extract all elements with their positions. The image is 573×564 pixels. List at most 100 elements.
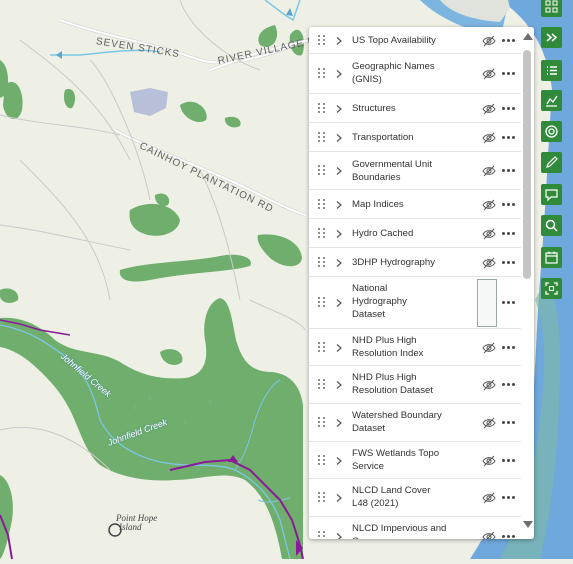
drag-handle-icon[interactable]	[318, 132, 326, 143]
drag-handle-icon[interactable]	[318, 68, 326, 79]
eye-hidden-icon[interactable]	[482, 165, 496, 177]
chevron-right-icon[interactable]	[336, 533, 342, 539]
more-options-icon[interactable]	[502, 39, 516, 43]
scroll-up-arrow-icon[interactable]	[523, 33, 533, 40]
more-options-icon[interactable]	[502, 346, 516, 350]
layer-list-panel: US Topo Availability Geographic Names (G…	[309, 27, 534, 539]
scroll-thumb[interactable]	[523, 50, 531, 279]
layer-row[interactable]: 3DHP Hydrography	[309, 248, 521, 277]
drag-handle-icon[interactable]	[318, 165, 326, 176]
drag-handle-icon[interactable]	[318, 342, 326, 353]
place-label-point-hope: Point Hope Island	[116, 514, 157, 532]
chevron-right-icon[interactable]	[336, 494, 342, 502]
layer-row[interactable]: US Topo Availability	[309, 27, 521, 54]
drag-handle-icon[interactable]	[318, 35, 326, 46]
chevron-right-icon[interactable]	[336, 230, 342, 238]
layer-row[interactable]: NLCD Land Cover L48 (2021)	[309, 479, 521, 517]
locate-button[interactable]	[541, 121, 562, 142]
layer-row[interactable]: National Hydrography Dataset	[309, 277, 521, 329]
layer-row[interactable]: Geographic Names (GNIS)	[309, 54, 521, 94]
more-options-icon[interactable]	[502, 203, 516, 207]
more-options-icon[interactable]	[502, 301, 516, 305]
more-options-icon[interactable]	[502, 232, 516, 236]
layer-row[interactable]: Map Indices	[309, 190, 521, 219]
fit-extent-button[interactable]	[541, 278, 562, 299]
more-options-icon[interactable]	[502, 383, 516, 387]
layer-row[interactable]: Watershed Boundary Dataset	[309, 404, 521, 442]
drag-handle-icon[interactable]	[318, 103, 326, 114]
eye-hidden-icon[interactable]	[482, 199, 496, 211]
eye-hidden-icon[interactable]	[482, 257, 496, 269]
chevron-right-icon[interactable]	[336, 259, 342, 267]
qr-grid-button[interactable]	[541, 0, 562, 17]
chevron-right-icon[interactable]	[336, 167, 342, 175]
eye-hidden-icon[interactable]	[482, 379, 496, 391]
chevron-right-icon[interactable]	[336, 344, 342, 352]
more-options-icon[interactable]	[502, 421, 516, 425]
layer-label: FWS Wetlands Topo Service	[352, 448, 440, 472]
layer-row[interactable]: Governmental Unit Boundaries	[309, 152, 521, 190]
layer-label: 3DHP Hydrography	[352, 257, 436, 268]
scrollbar[interactable]	[521, 27, 534, 539]
scroll-down-arrow-icon[interactable]	[523, 521, 533, 528]
drag-handle-icon[interactable]	[318, 455, 326, 466]
sketch-button[interactable]	[541, 152, 562, 173]
layer-list: US Topo Availability Geographic Names (G…	[309, 27, 521, 539]
eye-hidden-icon[interactable]	[482, 228, 496, 240]
drag-handle-icon[interactable]	[318, 379, 326, 390]
eye-hidden-icon[interactable]	[482, 103, 496, 115]
drag-handle-icon[interactable]	[318, 417, 326, 428]
drag-handle-icon[interactable]	[318, 531, 326, 539]
chevron-right-icon[interactable]	[336, 299, 342, 307]
chevron-right-icon[interactable]	[336, 201, 342, 209]
layer-row[interactable]: Structures	[309, 94, 521, 123]
chevron-right-icon[interactable]	[336, 381, 342, 389]
chevron-right-icon[interactable]	[336, 37, 342, 45]
layer-row[interactable]: NHD Plus High Resolution Index	[309, 329, 521, 366]
fit-extent-icon	[545, 282, 558, 295]
more-options-icon[interactable]	[502, 496, 516, 500]
more-options-icon[interactable]	[502, 459, 516, 463]
eye-hidden-icon[interactable]	[482, 35, 496, 47]
drag-handle-icon[interactable]	[318, 297, 326, 308]
eye-hidden-icon[interactable]	[482, 492, 496, 504]
more-options-icon[interactable]	[502, 72, 516, 76]
layer-label: NLCD Impervious and Canopy	[352, 523, 447, 539]
drag-handle-icon[interactable]	[318, 228, 326, 239]
locate-target-icon	[545, 125, 558, 138]
chart-button[interactable]	[541, 90, 562, 111]
drag-handle-icon[interactable]	[318, 199, 326, 210]
calendar-button[interactable]	[541, 247, 562, 268]
chevron-right-icon[interactable]	[336, 134, 342, 142]
more-options-icon[interactable]	[502, 136, 516, 140]
more-options-icon[interactable]	[502, 261, 516, 265]
layer-row[interactable]: Hydro Cached	[309, 219, 521, 248]
layer-row[interactable]: FWS Wetlands Topo Service	[309, 442, 521, 479]
layer-list-button[interactable]	[541, 60, 562, 81]
eye-hidden-icon[interactable]	[482, 417, 496, 429]
chevron-right-icon[interactable]	[336, 105, 342, 113]
chevron-right-icon[interactable]	[336, 457, 342, 465]
drag-handle-icon[interactable]	[318, 257, 326, 268]
visibility-toggle-focused[interactable]	[477, 279, 497, 327]
comment-button[interactable]	[541, 184, 562, 205]
eye-hidden-icon[interactable]	[482, 132, 496, 144]
chevron-right-icon[interactable]	[336, 419, 342, 427]
layer-label: Governmental Unit Boundaries	[352, 159, 432, 183]
layer-label: NHD Plus High Resolution Index	[352, 335, 424, 359]
layer-row[interactable]: NHD Plus High Resolution Dataset	[309, 366, 521, 404]
eye-hidden-icon[interactable]	[482, 455, 496, 467]
more-options-icon[interactable]	[502, 535, 516, 539]
pencil-icon	[546, 156, 558, 168]
chevron-right-icon[interactable]	[336, 70, 342, 78]
layer-row[interactable]: NLCD Impervious and Canopy	[309, 517, 521, 539]
layer-row[interactable]: Transportation	[309, 123, 521, 152]
eye-hidden-icon[interactable]	[482, 342, 496, 354]
more-options-icon[interactable]	[502, 107, 516, 111]
eye-hidden-icon[interactable]	[482, 531, 496, 539]
more-options-icon[interactable]	[502, 169, 516, 173]
search-button[interactable]	[541, 215, 562, 236]
drag-handle-icon[interactable]	[318, 492, 326, 503]
eye-hidden-icon[interactable]	[482, 68, 496, 80]
expand-toolbar-button[interactable]	[541, 27, 562, 48]
